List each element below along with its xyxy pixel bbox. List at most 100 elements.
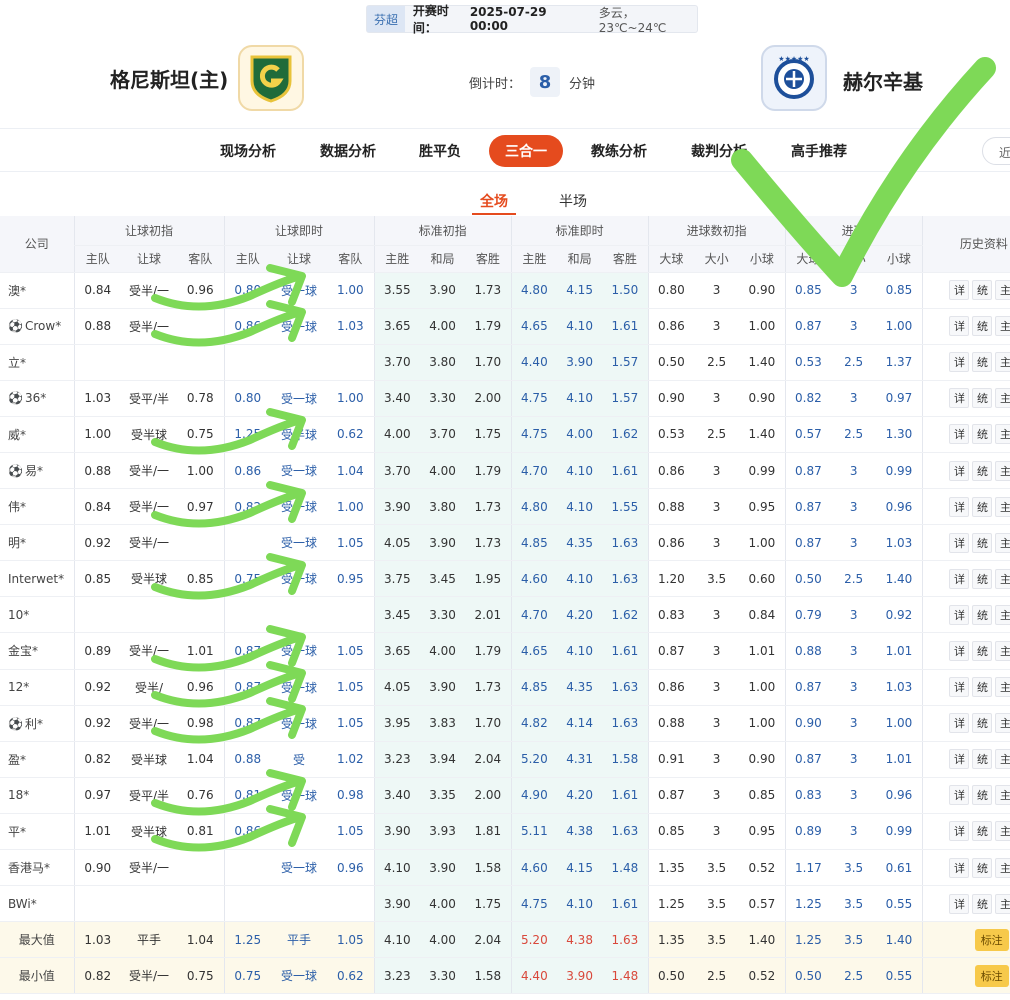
table-row[interactable]: 明* 0.92 受半/一 受一球 1.05 4.05 3.90 1.73 4.85 4.35 1.6… (0, 524, 1010, 562)
stats-button[interactable]: 统 (972, 460, 993, 481)
table-row[interactable]: ⚽ Crow* 0.88 受半/一 0.86 受一球 1.03 3.65 4.00 1.79 4.6… (0, 308, 1010, 345)
home-button[interactable]: 主 (995, 749, 1010, 770)
stats-button[interactable]: 统 (972, 496, 993, 517)
table-row[interactable]: BWi* 3.90 4.00 1.75 4.75 4.10 1.61 1.25 3.5 0.57 1… (0, 885, 1010, 923)
home-button[interactable]: 主 (995, 857, 1010, 878)
table-row[interactable]: Interwet* 0.85 受半球 0.85 0.75 受一球 0.95 3.75 3.45 1… (0, 560, 1010, 598)
stats-button[interactable]: 统 (972, 532, 993, 553)
tab-live-analysis[interactable]: 现场分析 (220, 141, 276, 161)
company-cell[interactable]: 金宝* (0, 632, 74, 670)
home-button[interactable]: 主 (995, 604, 1010, 625)
company-cell[interactable]: Interwet* (0, 560, 74, 598)
stats-button[interactable]: 统 (972, 677, 993, 698)
detail-button[interactable]: 详 (949, 352, 970, 373)
home-button[interactable]: 主 (995, 640, 1010, 661)
company-cell[interactable]: 12* (0, 669, 74, 706)
stats-button[interactable]: 统 (972, 893, 993, 914)
table-row[interactable]: 威* 1.00 受半球 0.75 1.25 受半球 0.62 4.00 3.70 1.75 4.75… (0, 416, 1010, 453)
scope-full-match[interactable]: 全场 (480, 191, 508, 211)
table-row[interactable]: 澳* 0.84 受半/一 0.96 0.80 受一球 1.00 3.55 3.90 1.73 4.8… (0, 272, 1010, 309)
home-button[interactable]: 主 (995, 496, 1010, 517)
recent-button[interactable]: 近 (982, 137, 1010, 165)
company-cell[interactable]: 盈* (0, 741, 74, 778)
home-button[interactable]: 主 (995, 460, 1010, 481)
detail-button[interactable]: 详 (949, 316, 970, 337)
mark-button[interactable]: 标注 (974, 964, 1009, 987)
stats-button[interactable]: 统 (972, 785, 993, 806)
table-row[interactable]: 伟* 0.84 受半/一 0.97 0.82 受一球 1.00 3.90 3.80 1.73 4.8… (0, 488, 1010, 526)
company-cell[interactable]: 平* (0, 813, 74, 851)
detail-button[interactable]: 详 (949, 568, 970, 589)
home-team-name[interactable]: 格尼斯坦(主) (110, 64, 228, 93)
stats-button[interactable]: 统 (972, 568, 993, 589)
home-button[interactable]: 主 (995, 713, 1010, 734)
detail-button[interactable]: 详 (949, 821, 970, 842)
home-button[interactable]: 主 (995, 893, 1010, 914)
tab-expert-picks[interactable]: 高手推荐 (791, 141, 847, 161)
table-row[interactable]: 10* 3.45 3.30 2.01 4.70 4.20 1.62 0.83 3 0.84 0.79… (0, 596, 1010, 634)
home-button[interactable]: 主 (995, 424, 1010, 445)
group-history[interactable]: 历史资料 (921, 216, 1010, 273)
table-row[interactable]: 香港马* 0.90 受半/一 受一球 0.96 4.10 3.90 1.58 4.60 4.15 1… (0, 849, 1010, 887)
stats-button[interactable]: 统 (972, 857, 993, 878)
detail-button[interactable]: 详 (949, 749, 970, 770)
stats-button[interactable]: 统 (972, 604, 993, 625)
detail-button[interactable]: 详 (949, 893, 970, 914)
mark-button[interactable]: 标注 (974, 928, 1009, 951)
table-row[interactable]: 立* 3.70 3.80 1.70 4.40 3.90 1.57 0.50 2.5 1.40 0.5… (0, 344, 1010, 381)
table-row[interactable]: 12* 0.92 受半/0.96 0.87 受一球 1.05 4.05 3.90 1.73 4.8… (0, 669, 1010, 706)
stats-button[interactable]: 统 (972, 749, 993, 770)
home-button[interactable]: 主 (995, 821, 1010, 842)
table-row[interactable]: ⚽ 易* 0.88 受半/一 1.00 0.86 受一球 1.04 3.70 4.00 1.79 4.… (0, 452, 1010, 490)
detail-button[interactable]: 详 (949, 785, 970, 806)
stats-button[interactable]: 统 (972, 352, 993, 373)
company-cell[interactable]: ⚽ 易* (0, 452, 74, 490)
tab-data-analysis[interactable]: 数据分析 (320, 141, 376, 161)
detail-button[interactable]: 详 (949, 388, 970, 409)
company-cell[interactable]: 澳* (0, 272, 74, 309)
tab-coach-analysis[interactable]: 教练分析 (591, 141, 647, 161)
home-button[interactable]: 主 (995, 677, 1010, 698)
detail-button[interactable]: 详 (949, 857, 970, 878)
company-cell[interactable]: ⚽ 利* (0, 705, 74, 742)
table-row[interactable]: ⚽ 36* 1.03 受平/半 0.78 0.80 受一球 1.00 3.40 3.30 2.00 4… (0, 380, 1010, 417)
detail-button[interactable]: 详 (949, 532, 970, 553)
company-cell[interactable]: 明* (0, 524, 74, 562)
company-cell[interactable]: 威* (0, 416, 74, 453)
tab-referee-analysis[interactable]: 裁判分析 (691, 141, 747, 161)
home-team-logo[interactable] (238, 45, 304, 111)
company-cell[interactable]: 18* (0, 777, 74, 814)
home-button[interactable]: 主 (995, 316, 1010, 337)
league-badge[interactable]: 芬超 (367, 6, 405, 32)
table-row[interactable]: 平* 1.01 受半球 0.81 0.86 1.05 3.90 3.93 1.81 5.11 4.3… (0, 813, 1010, 851)
company-cell[interactable]: 10* (0, 596, 74, 634)
company-cell[interactable]: 立* (0, 344, 74, 381)
away-team-logo[interactable]: ★★★★★ (761, 45, 827, 111)
table-row[interactable]: 18* 0.97 受平/半 0.76 0.81 受一球 0.98 3.40 3.35 2.00 4.… (0, 777, 1010, 814)
stats-button[interactable]: 统 (972, 316, 993, 337)
detail-button[interactable]: 详 (949, 677, 970, 698)
detail-button[interactable]: 详 (949, 280, 970, 301)
detail-button[interactable]: 详 (949, 604, 970, 625)
company-cell[interactable]: BWi* (0, 885, 74, 923)
company-cell[interactable]: 香港马* (0, 849, 74, 887)
company-cell[interactable]: 伟* (0, 488, 74, 526)
company-cell[interactable]: ⚽ 36* (0, 380, 74, 417)
table-row[interactable]: 金宝* 0.89 受半/一 1.01 0.87 受一球 1.05 3.65 4.00 1.79 4.… (0, 632, 1010, 670)
stats-button[interactable]: 统 (972, 424, 993, 445)
detail-button[interactable]: 详 (949, 460, 970, 481)
tab-three-in-one[interactable]: 三合一 (489, 135, 563, 167)
stats-button[interactable]: 统 (972, 388, 993, 409)
home-button[interactable]: 主 (995, 388, 1010, 409)
detail-button[interactable]: 详 (949, 424, 970, 445)
home-button[interactable]: 主 (995, 352, 1010, 373)
stats-button[interactable]: 统 (972, 821, 993, 842)
company-cell[interactable]: ⚽ Crow* (0, 308, 74, 345)
stats-button[interactable]: 统 (972, 280, 993, 301)
stats-button[interactable]: 统 (972, 640, 993, 661)
table-row[interactable]: ⚽ 利* 0.92 受半/一 0.98 0.87 受一球 1.05 3.95 3.83 1.70 4.… (0, 705, 1010, 742)
detail-button[interactable]: 详 (949, 496, 970, 517)
away-team-name[interactable]: 赫尔辛基 (843, 66, 923, 95)
scope-half-time[interactable]: 半场 (559, 191, 587, 211)
detail-button[interactable]: 详 (949, 640, 970, 661)
